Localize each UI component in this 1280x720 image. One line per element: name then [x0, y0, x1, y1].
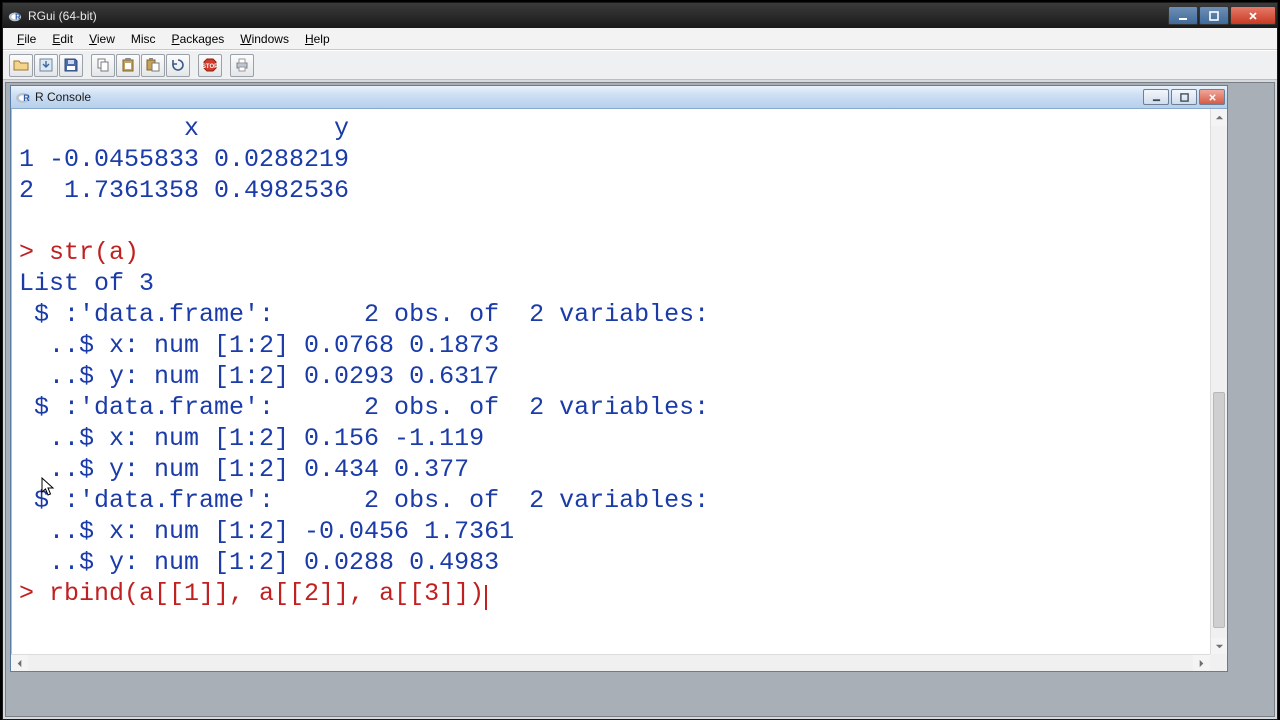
menu-file[interactable]: File — [9, 30, 44, 48]
toolbar-copy-paste-button[interactable] — [141, 54, 165, 77]
menubar: File Edit View Misc Packages Windows Hel… — [3, 28, 1277, 50]
toolbar-print-button[interactable] — [230, 54, 254, 77]
console-line: List of 3 — [19, 269, 154, 298]
console-prompt: > — [19, 238, 49, 267]
console-line: $ :'data.frame': 2 obs. of 2 variables: — [19, 300, 709, 329]
menu-misc[interactable]: Misc — [123, 30, 164, 48]
console-line: $ :'data.frame': 2 obs. of 2 variables: — [19, 486, 709, 515]
toolbar-copy-button[interactable] — [91, 54, 115, 77]
scrollbar-down-button[interactable] — [1211, 638, 1227, 655]
menu-edit-label: dit — [60, 32, 73, 46]
mdi-client-area: R R Console x y 1 -0.0455833 0.0288219 2… — [5, 82, 1275, 717]
console-title-text: R Console — [35, 90, 91, 104]
console-body[interactable]: x y 1 -0.0455833 0.0288219 2 1.7361358 0… — [11, 109, 1227, 671]
window-title: RGui (64-bit) — [28, 9, 97, 23]
console-line: ..$ x: num [1:2] -0.0456 1.7361 — [19, 517, 514, 546]
toolbar-save-workspace-button[interactable] — [59, 54, 83, 77]
console-line: ..$ x: num [1:2] 0.156 -1.119 — [19, 424, 484, 453]
scrollbar-right-button[interactable] — [1193, 655, 1210, 671]
window-maximize-button[interactable] — [1199, 6, 1229, 25]
toolbar-refresh-button[interactable] — [166, 54, 190, 77]
console-line: ..$ x: num [1:2] 0.0768 0.1873 — [19, 331, 499, 360]
console-output[interactable]: x y 1 -0.0455833 0.0288219 2 1.7361358 0… — [19, 113, 1207, 655]
menu-help[interactable]: Help — [297, 30, 338, 48]
console-vertical-scrollbar[interactable] — [1210, 109, 1227, 655]
console-titlebar[interactable]: R R Console — [11, 86, 1227, 109]
toolbar: STOP — [3, 50, 1277, 80]
console-line: 1 -0.0455833 0.0288219 — [19, 145, 349, 174]
console-command: str(a) — [49, 238, 139, 267]
menu-view[interactable]: View — [81, 30, 123, 48]
r-console-icon: R — [15, 89, 31, 105]
console-minimize-button[interactable] — [1143, 89, 1169, 105]
menu-windows[interactable]: Windows — [232, 30, 297, 48]
menu-packages-label: ackages — [180, 32, 225, 46]
console-line: ..$ y: num [1:2] 0.0288 0.4983 — [19, 548, 499, 577]
scrollbar-up-button[interactable] — [1211, 109, 1227, 126]
text-cursor — [485, 585, 487, 610]
menu-edit[interactable]: Edit — [44, 30, 81, 48]
menu-misc-label: Misc — [131, 32, 156, 46]
svg-text:R: R — [15, 12, 21, 21]
scrollbar-left-button[interactable] — [11, 655, 28, 671]
svg-text:R: R — [23, 93, 30, 103]
titlebar[interactable]: R RGui (64-bit) — [3, 3, 1277, 28]
console-current-command[interactable]: rbind(a[[1]], a[[2]], a[[3]]) — [49, 579, 484, 608]
console-line: ..$ y: num [1:2] 0.0293 0.6317 — [19, 362, 499, 391]
console-horizontal-scrollbar[interactable] — [11, 654, 1210, 671]
console-line: $ :'data.frame': 2 obs. of 2 variables: — [19, 393, 709, 422]
toolbar-open-script-button[interactable] — [9, 54, 33, 77]
toolbar-stop-button[interactable]: STOP — [198, 54, 222, 77]
console-line: x y — [19, 114, 349, 143]
window-close-button[interactable] — [1230, 6, 1276, 25]
scrollbar-track[interactable] — [1211, 126, 1227, 638]
window-minimize-button[interactable] — [1168, 6, 1198, 25]
menu-file-label: ile — [24, 32, 36, 46]
menu-packages[interactable]: Packages — [164, 30, 233, 48]
menu-windows-label: indows — [252, 32, 289, 46]
toolbar-load-workspace-button[interactable] — [34, 54, 58, 77]
svg-text:STOP: STOP — [202, 64, 218, 70]
console-prompt: > — [19, 579, 49, 608]
scrollbar-corner — [1210, 654, 1227, 671]
r-console-window: R R Console x y 1 -0.0455833 0.0288219 2… — [10, 85, 1228, 672]
rgui-main-window: R RGui (64-bit) File Edit View Misc Pack… — [2, 2, 1278, 720]
console-maximize-button[interactable] — [1171, 89, 1197, 105]
toolbar-paste-button[interactable] — [116, 54, 140, 77]
console-close-button[interactable] — [1199, 89, 1225, 105]
menu-view-label: iew — [97, 32, 115, 46]
scrollbar-thumb[interactable] — [1213, 392, 1225, 628]
r-app-icon: R — [7, 8, 23, 24]
console-line: ..$ y: num [1:2] 0.434 0.377 — [19, 455, 469, 484]
menu-help-label: elp — [314, 32, 330, 46]
console-line: 2 1.7361358 0.4982536 — [19, 176, 349, 205]
